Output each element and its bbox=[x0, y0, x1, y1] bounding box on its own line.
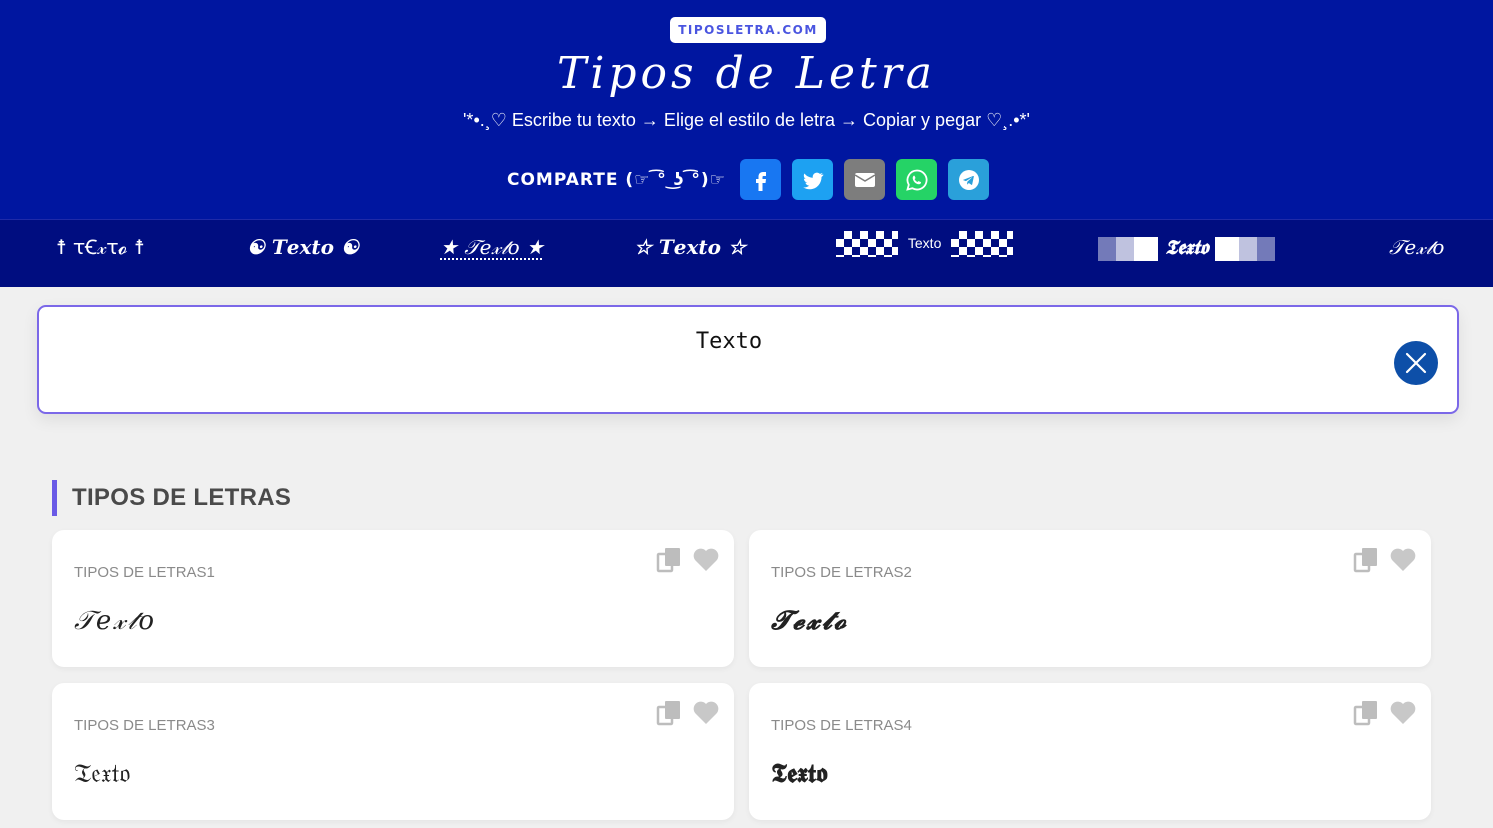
strip-style-5[interactable]: Texto bbox=[836, 230, 1014, 258]
strip-style-4[interactable]: ☆ 𝑻𝒆𝒙𝒕𝒐 ☆ bbox=[634, 234, 746, 260]
share-row: COMPARTE (☞ ͡° ͜ʖ ͡°)☞ bbox=[507, 159, 989, 200]
card-sample-text: 𝕿𝖊𝖝𝖙𝖔 bbox=[771, 759, 828, 789]
share-label: COMPARTE (☞ ͡° ͜ʖ ͡°)☞ bbox=[507, 169, 726, 190]
copy-icon[interactable] bbox=[655, 546, 683, 574]
email-icon bbox=[854, 172, 875, 187]
copy-icon[interactable] bbox=[655, 699, 683, 727]
font-card[interactable]: TIPOS DE LETRAS1 𝒯𝑒𝓍𝓉𝑜 bbox=[52, 530, 734, 667]
facebook-icon bbox=[755, 171, 766, 191]
page-title: Tipos de Letra bbox=[556, 48, 937, 99]
shade-block-decoration bbox=[1098, 236, 1158, 261]
subtitle: '*•.¸♡ Escribe tu texto → Elige el estil… bbox=[463, 110, 1030, 130]
heart-icon[interactable] bbox=[692, 546, 720, 572]
copy-icon[interactable] bbox=[1352, 699, 1380, 727]
whatsapp-share-button[interactable] bbox=[896, 159, 937, 200]
font-style-strip: ☨ ꚍꞒ𝓍ꚍ𝓸 ☨ ☯ 𝑻𝒆𝒙𝒕𝒐 ☯ ★ 𝒯𝑒𝓍𝓉𝑜 ★ ☆ 𝑻𝒆𝒙𝒕𝒐 ☆ … bbox=[0, 219, 1493, 287]
header: TIPOSLETRA.COM Tipos de Letra '*•.¸♡ Esc… bbox=[0, 0, 1493, 219]
telegram-share-button[interactable] bbox=[948, 159, 989, 200]
card-label: TIPOS DE LETRAS2 bbox=[771, 564, 912, 581]
close-icon bbox=[1405, 352, 1427, 374]
card-label: TIPOS DE LETRAS4 bbox=[771, 717, 912, 734]
strip-style-2[interactable]: ☯ 𝑻𝒆𝒙𝒕𝒐 ☯ bbox=[247, 234, 359, 260]
twitter-share-button[interactable] bbox=[792, 159, 833, 200]
text-input[interactable] bbox=[59, 329, 1399, 354]
card-label: TIPOS DE LETRAS3 bbox=[74, 717, 215, 734]
site-badge-link[interactable]: TIPOSLETRA.COM bbox=[670, 17, 826, 43]
heart-icon[interactable] bbox=[1389, 699, 1417, 725]
strip-style-7[interactable]: 𝒯𝑒𝓍𝓉𝑜 bbox=[1389, 234, 1444, 260]
heart-icon[interactable] bbox=[692, 699, 720, 725]
section-title: TIPOS DE LETRAS bbox=[52, 480, 291, 516]
shade-block-decoration bbox=[1215, 236, 1276, 261]
checker-decoration bbox=[951, 231, 1014, 258]
facebook-share-button[interactable] bbox=[740, 159, 781, 200]
card-label: TIPOS DE LETRAS1 bbox=[74, 564, 215, 581]
card-sample-text: 𝒯𝑒𝓍𝓉𝑜 bbox=[74, 606, 157, 636]
twitter-icon bbox=[802, 172, 823, 189]
strip-style-3[interactable]: ★ 𝒯𝑒𝓍𝓉𝑜 ★ bbox=[440, 234, 544, 260]
font-card[interactable]: TIPOS DE LETRAS3 𝔗𝔢𝔵𝔱𝔬 bbox=[52, 683, 734, 820]
font-card[interactable]: TIPOS DE LETRAS2 𝓣𝓮𝔁𝓽𝓸 bbox=[749, 530, 1431, 667]
clear-button[interactable] bbox=[1394, 341, 1438, 385]
font-card[interactable]: TIPOS DE LETRAS4 𝕿𝖊𝖝𝖙𝖔 bbox=[749, 683, 1431, 820]
strip-style-5-label: Texto bbox=[907, 235, 942, 251]
checker-decoration bbox=[836, 231, 898, 258]
strip-style-1[interactable]: ☨ ꚍꞒ𝓍ꚍ𝓸 ☨ bbox=[56, 234, 145, 260]
strip-style-6[interactable]: 𝕿𝖊𝖝𝖙𝖔 bbox=[1098, 234, 1276, 261]
telegram-icon bbox=[958, 169, 979, 190]
strip-style-6-label: 𝕿𝖊𝖝𝖙𝖔 bbox=[1164, 235, 1209, 259]
card-sample-text: 𝔗𝔢𝔵𝔱𝔬 bbox=[74, 759, 131, 789]
text-input-box bbox=[37, 305, 1459, 414]
email-share-button[interactable] bbox=[844, 159, 885, 200]
card-sample-text: 𝓣𝓮𝔁𝓽𝓸 bbox=[771, 606, 849, 636]
copy-icon[interactable] bbox=[1352, 546, 1380, 574]
heart-icon[interactable] bbox=[1389, 546, 1417, 572]
whatsapp-icon bbox=[905, 169, 927, 191]
